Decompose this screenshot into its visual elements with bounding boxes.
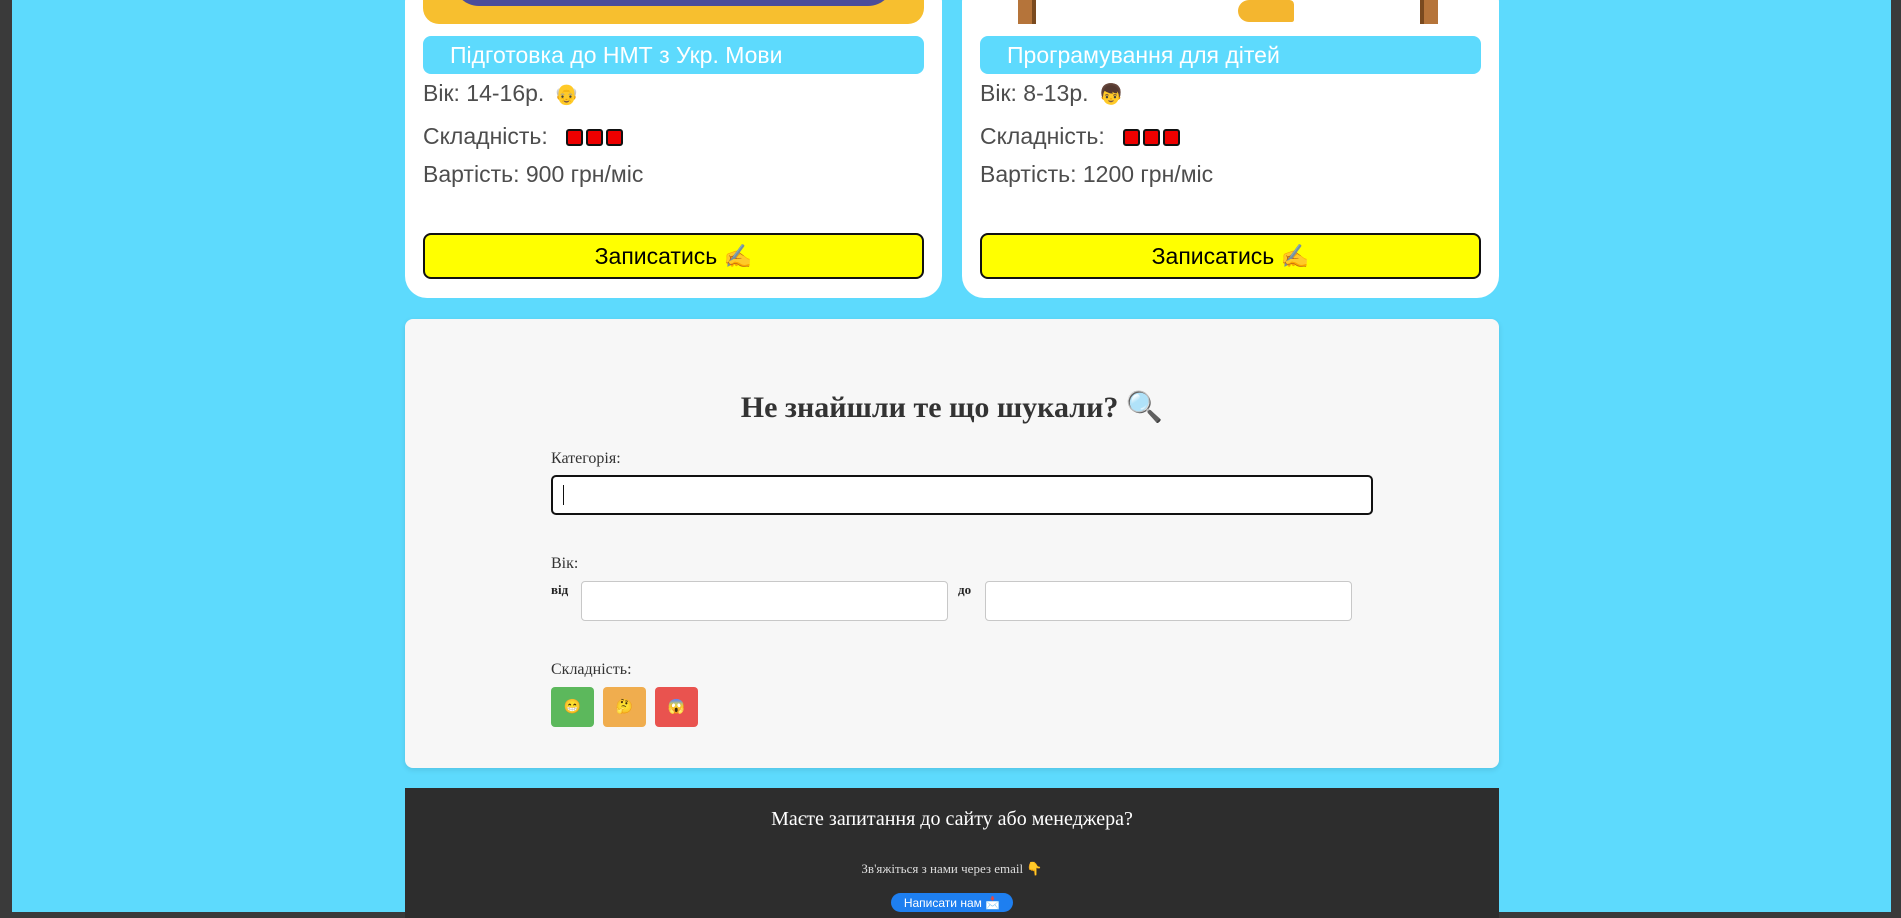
footer-subtitle: Зв'яжіться з нами через email 👇 [861,861,1043,876]
difficulty-hard-button[interactable]: 😱 [655,687,698,727]
window-frame-right [1891,0,1901,918]
course-age-text: Вік: 14-16р. [423,80,545,106]
enroll-button[interactable]: Записатись ✍️ [423,233,924,279]
age-to-label: до [958,582,972,597]
course-price: Вартість: 1200 грн/міс [980,161,1214,187]
course-difficulty-label: Складність: [423,123,548,149]
difficulty-label: Складність: [551,661,632,678]
course-difficulty-label: Складність: [980,123,1105,149]
difficulty-square [1162,129,1180,146]
enroll-button[interactable]: Записатись ✍️ [980,233,1481,279]
person-icon: 👦 [1098,84,1124,106]
text-caret [563,485,564,505]
category-label: Категорія: [551,450,621,467]
difficulty-squares [565,125,626,152]
difficulty-square [605,129,623,146]
difficulty-squares [1122,125,1183,152]
course-card: Програмування для дітей Вік: 8-13р. 👦 Скл… [962,0,1499,298]
age-from-label: від [551,582,569,597]
course-image [980,0,1481,24]
course-image [423,0,924,24]
difficulty-square [565,129,583,146]
window-frame-left [0,0,12,918]
course-difficulty: Складність: [980,123,1183,152]
age-label: Вік: [551,555,579,572]
age-from-input[interactable] [581,581,948,621]
footer-title: Маєте запитання до сайту або менеджера? [771,808,1133,830]
contact-button[interactable]: Написати нам 📩 [891,893,1013,912]
difficulty-square [1122,129,1140,146]
difficulty-square [1142,129,1160,146]
course-title: Програмування для дітей [980,36,1481,74]
course-age: Вік: 8-13р. 👦 [980,80,1123,107]
course-price: Вартість: 900 грн/міс [423,161,644,187]
course-age: Вік: 14-16р. 👴 [423,80,579,107]
difficulty-medium-button[interactable]: 🤔 [603,687,646,727]
age-to-input[interactable] [985,581,1352,621]
difficulty-square [585,129,603,146]
category-input[interactable] [551,475,1373,515]
difficulty-easy-button[interactable]: 😁 [551,687,594,727]
course-card: Підготовка до НМТ з Укр. Мови Вік: 14-16… [405,0,942,298]
search-form: Не знайшли те що шукали? 🔍 Категорія: Ві… [405,319,1499,768]
search-title: Не знайшли те що шукали? 🔍 [740,391,1164,424]
course-age-text: Вік: 8-13р. [980,80,1089,106]
footer: Маєте запитання до сайту або менеджера? … [405,788,1499,918]
course-difficulty: Складність: [423,123,626,152]
person-icon: 👴 [554,84,580,106]
course-title: Підготовка до НМТ з Укр. Мови [423,36,924,74]
